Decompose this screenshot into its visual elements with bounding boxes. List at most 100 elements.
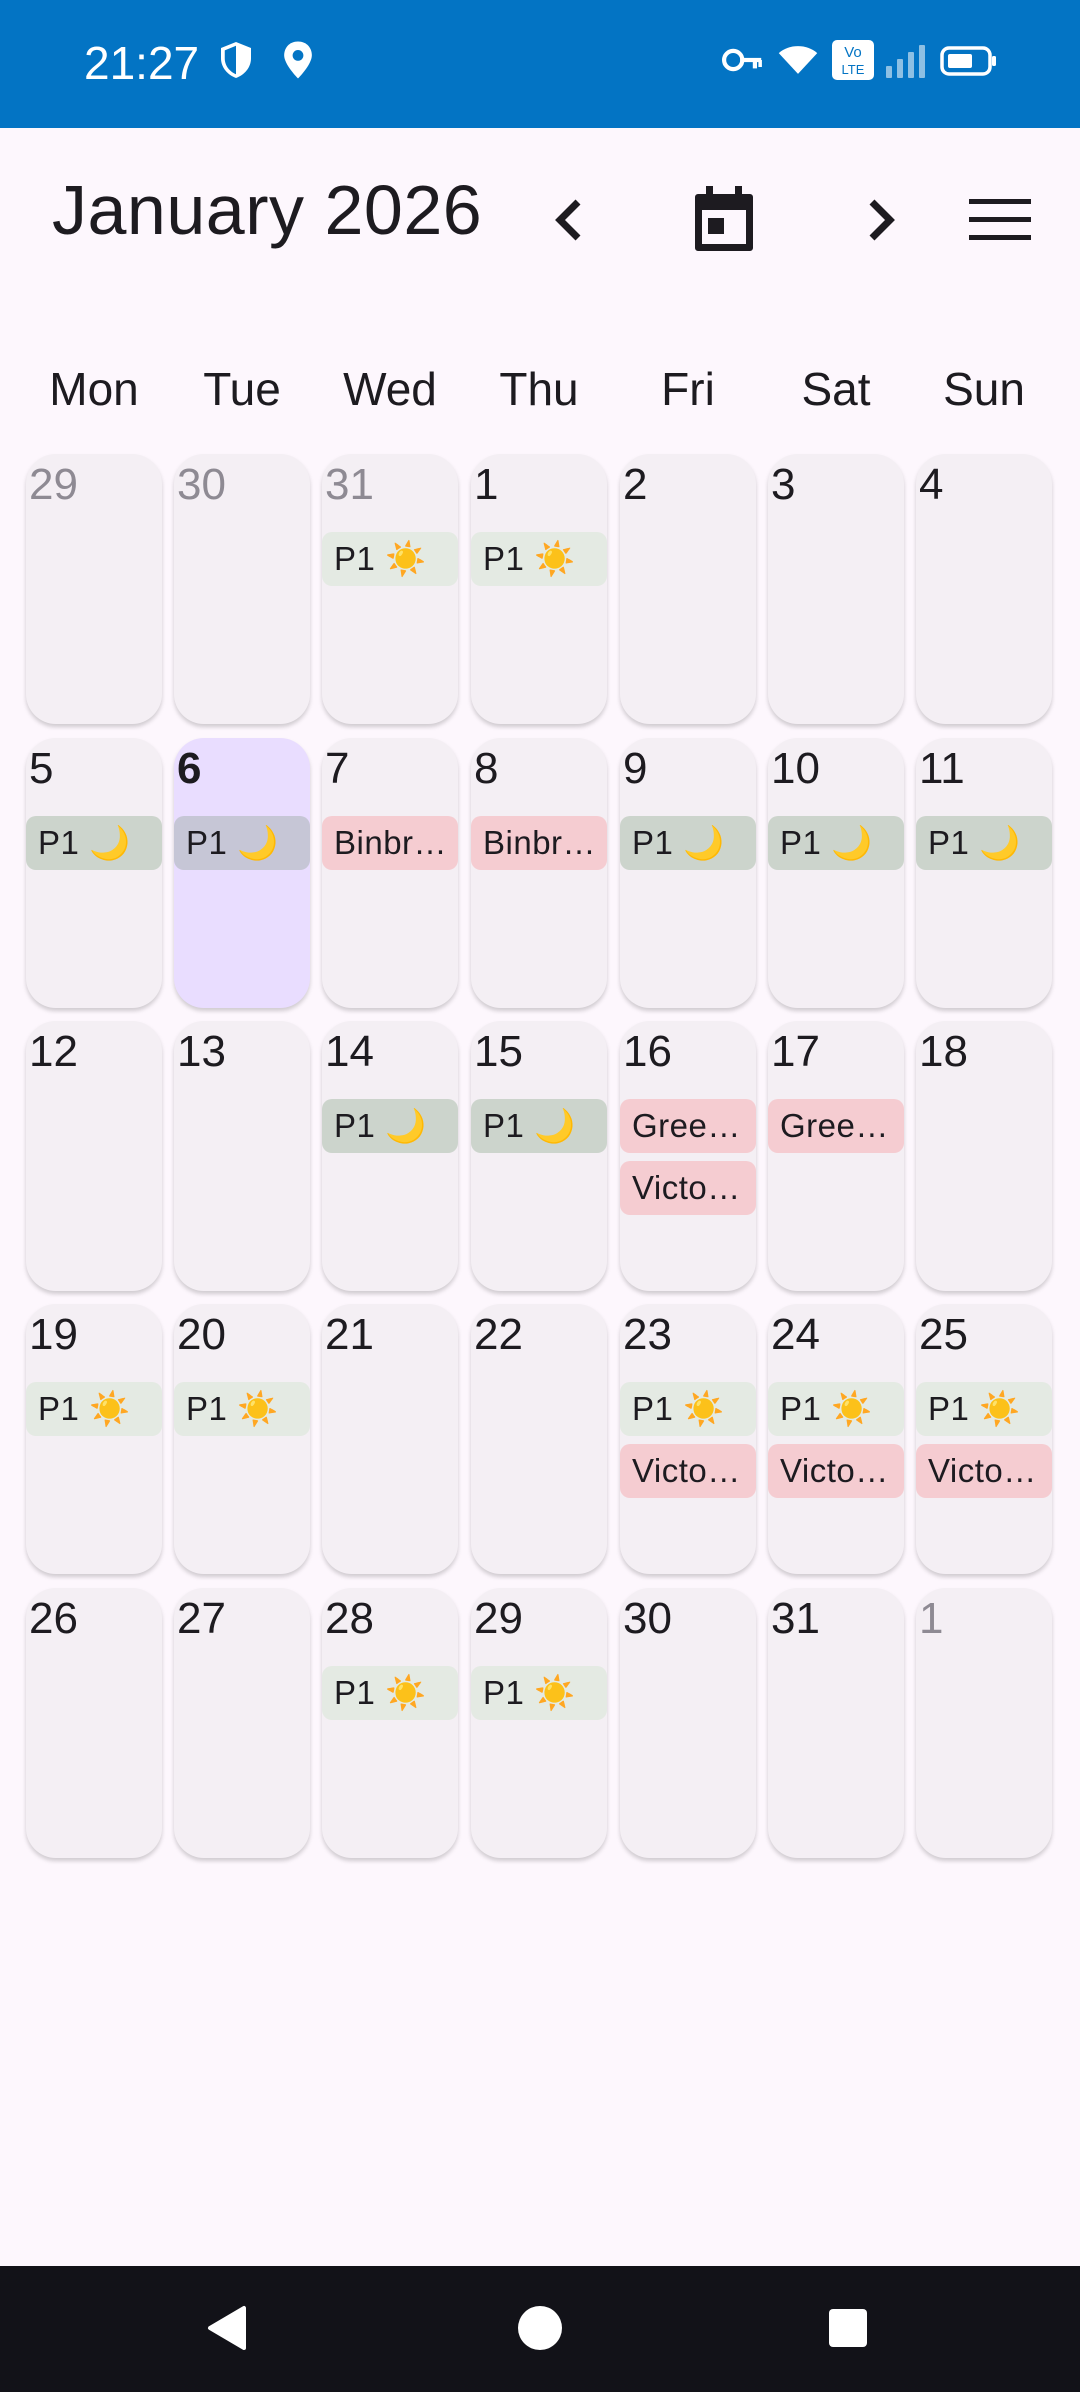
day-cell[interactable]: 13 [174, 1021, 310, 1291]
day-cell[interactable]: 22 [471, 1304, 607, 1574]
vpn-key-icon [722, 46, 764, 79]
day-number: 16 [623, 1027, 672, 1076]
shift-chip[interactable]: P1 ☀️ [620, 1382, 756, 1436]
wifi-icon [778, 44, 818, 81]
day-cell[interactable]: 29 [26, 454, 162, 724]
day-cell[interactable]: 20 P1 ☀️ [174, 1304, 310, 1574]
day-number: 10 [771, 744, 820, 793]
event-chip[interactable]: Binbr… [322, 816, 458, 870]
event-chip[interactable]: Gree… [620, 1099, 756, 1153]
today-button[interactable] [684, 180, 764, 260]
event-chip[interactable]: Binbr… [471, 816, 607, 870]
day-cell[interactable]: 16 Gree… Victo… [620, 1021, 756, 1291]
day-cell[interactable]: 31 [768, 1588, 904, 1858]
day-cell[interactable]: 2 [620, 454, 756, 724]
day-number: 22 [474, 1310, 523, 1359]
day-cell[interactable]: 5 P1 🌙 [26, 738, 162, 1008]
calendar-header: January 2026 [0, 130, 1080, 310]
day-cell[interactable]: 31 P1 ☀️ [322, 454, 458, 724]
back-button[interactable] [198, 2298, 258, 2358]
system-navigation-bar [0, 2266, 1080, 2392]
day-number: 13 [177, 1027, 226, 1076]
day-cell[interactable]: 26 [26, 1588, 162, 1858]
day-number: 19 [29, 1310, 78, 1359]
event-chip[interactable]: Victo… [768, 1444, 904, 1498]
day-number: 18 [919, 1027, 968, 1076]
shift-chip[interactable]: P1 🌙 [322, 1099, 458, 1153]
recents-button[interactable] [818, 2298, 878, 2358]
shift-chip[interactable]: P1 🌙 [174, 816, 310, 870]
shift-chip[interactable]: P1 🌙 [768, 816, 904, 870]
shift-chip[interactable]: P1 ☀️ [174, 1382, 310, 1436]
day-cell[interactable]: 14 P1 🌙 [322, 1021, 458, 1291]
day-cell[interactable]: 30 [620, 1588, 756, 1858]
shift-chip[interactable]: P1 ☀️ [26, 1382, 162, 1436]
day-cell[interactable]: 11 P1 🌙 [916, 738, 1052, 1008]
day-cell[interactable]: 8 Binbr… [471, 738, 607, 1008]
menu-button[interactable] [960, 180, 1040, 260]
battery-icon [940, 46, 998, 81]
shift-chip[interactable]: P1 🌙 [26, 816, 162, 870]
home-button[interactable] [510, 2298, 570, 2358]
shift-chip[interactable]: P1 ☀️ [322, 532, 458, 586]
day-cell-today[interactable]: 6 P1 🌙 [174, 738, 310, 1008]
day-cell[interactable]: 19 P1 ☀️ [26, 1304, 162, 1574]
day-number: 27 [177, 1594, 226, 1643]
event-chip[interactable]: Victo… [620, 1444, 756, 1498]
weekday-label: Thu [499, 363, 579, 415]
signal-icon [886, 44, 926, 83]
event-chip[interactable]: Victo… [620, 1161, 756, 1215]
day-number: 20 [177, 1310, 226, 1359]
day-cell[interactable]: 18 [916, 1021, 1052, 1291]
shift-chip[interactable]: P1 ☀️ [768, 1382, 904, 1436]
day-cell[interactable]: 1 P1 ☀️ [471, 454, 607, 724]
day-cell[interactable]: 23 P1 ☀️ Victo… [620, 1304, 756, 1574]
day-cell[interactable]: 21 [322, 1304, 458, 1574]
day-number: 1 [474, 460, 499, 509]
home-circle-icon [518, 2306, 562, 2350]
day-cell[interactable]: 10 P1 🌙 [768, 738, 904, 1008]
calendar-today-icon [695, 186, 753, 251]
menu-icon [969, 199, 1031, 240]
day-cell[interactable]: 4 [916, 454, 1052, 724]
shift-chip[interactable]: P1 ☀️ [322, 1666, 458, 1720]
svg-text:LTE: LTE [842, 62, 865, 77]
day-cell[interactable]: 3 [768, 454, 904, 724]
day-cell[interactable]: 28 P1 ☀️ [322, 1588, 458, 1858]
day-cell[interactable]: 25 P1 ☀️ Victo… [916, 1304, 1052, 1574]
day-cell[interactable]: 29 P1 ☀️ [471, 1588, 607, 1858]
next-month-button[interactable] [842, 180, 922, 260]
day-cell[interactable]: 17 Gree… [768, 1021, 904, 1291]
weekday-label: Sat [801, 363, 871, 415]
day-cell[interactable]: 12 [26, 1021, 162, 1291]
shift-chip[interactable]: P1 🌙 [620, 816, 756, 870]
day-cell[interactable]: 27 [174, 1588, 310, 1858]
day-number: 24 [771, 1310, 820, 1359]
day-number: 29 [474, 1594, 523, 1643]
previous-month-button[interactable] [528, 180, 608, 260]
shift-chip[interactable]: P1 ☀️ [471, 1666, 607, 1720]
weekday-label: Mon [49, 363, 139, 415]
shift-chip[interactable]: P1 🌙 [471, 1099, 607, 1153]
day-cell[interactable]: 1 [916, 1588, 1052, 1858]
day-cell[interactable]: 7 Binbr… [322, 738, 458, 1008]
status-time: 21:27 [84, 37, 200, 89]
day-number: 31 [325, 460, 374, 509]
volte-icon: Vo LTE [832, 40, 874, 85]
day-cell[interactable]: 9 P1 🌙 [620, 738, 756, 1008]
shift-chip[interactable]: P1 ☀️ [916, 1382, 1052, 1436]
day-number: 26 [29, 1594, 78, 1643]
day-number: 30 [177, 460, 226, 509]
chevron-left-icon [555, 199, 581, 241]
day-cell[interactable]: 15 P1 🌙 [471, 1021, 607, 1291]
day-number: 23 [623, 1310, 672, 1359]
day-number: 2 [623, 460, 648, 509]
day-cell[interactable]: 24 P1 ☀️ Victo… [768, 1304, 904, 1574]
shift-chip[interactable]: P1 ☀️ [471, 532, 607, 586]
month-title: January 2026 [52, 171, 483, 249]
shift-chip[interactable]: P1 🌙 [916, 816, 1052, 870]
event-chip[interactable]: Gree… [768, 1099, 904, 1153]
weekday-label: Tue [203, 363, 281, 415]
event-chip[interactable]: Victo… [916, 1444, 1052, 1498]
day-cell[interactable]: 30 [174, 454, 310, 724]
